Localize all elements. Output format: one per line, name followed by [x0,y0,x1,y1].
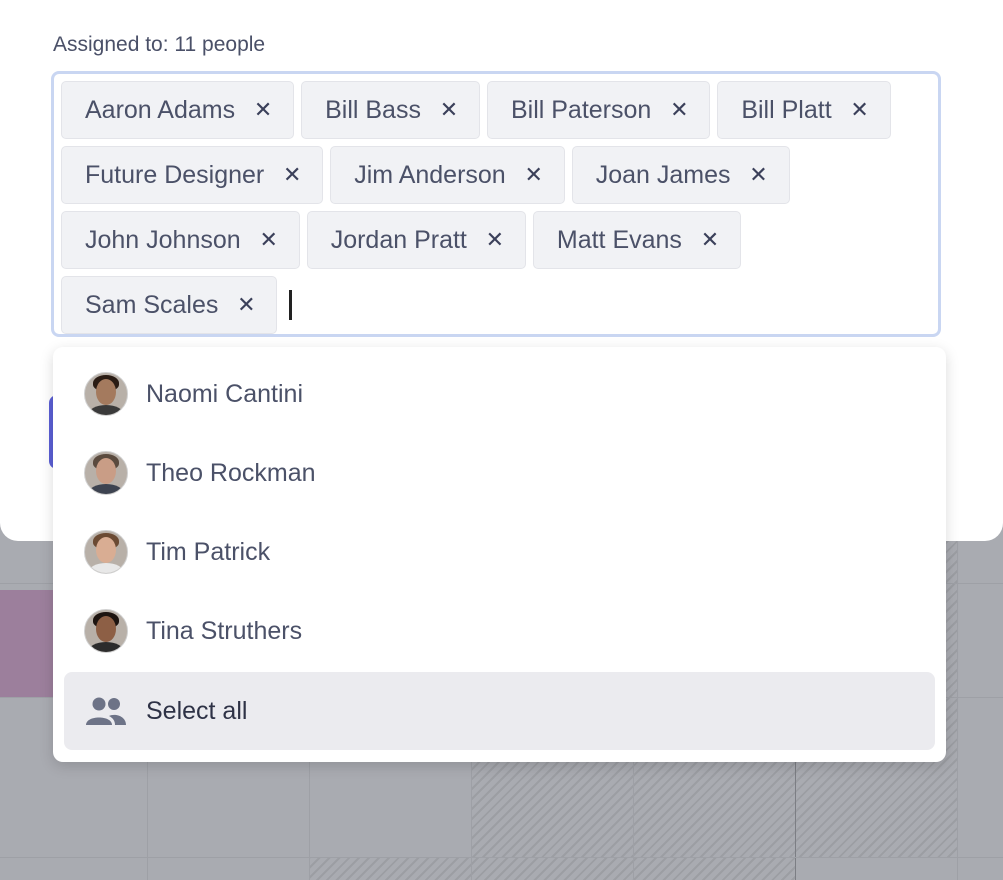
assignee-chip: Aaron Adams ✕ [61,81,295,139]
assigned-to-label: Assigned to: 11 people [53,33,266,56]
assignee-multiselect[interactable]: Aaron Adams ✕ Bill Bass ✕ Bill Paterson ✕ Bill… [51,71,941,337]
calendar-event[interactable] [0,590,53,698]
chip-label: Bill Paterson [510,95,652,124]
chip-label: Sam Scales [85,290,219,319]
option-person[interactable]: Naomi Cantini [64,355,935,433]
remove-chip-icon[interactable]: ✕ [438,97,460,123]
remove-chip-icon[interactable]: ✕ [258,227,280,253]
chip-label: Bill Bass [325,95,421,124]
avatar [84,609,128,653]
assignee-chip: Future Designer ✕ [61,146,324,204]
chip-label: Joan James [595,160,731,189]
select-all-label: Select all [146,696,248,725]
assignee-chip: Bill Platt ✕ [717,81,891,139]
remove-chip-icon[interactable]: ✕ [748,162,770,188]
remove-chip-icon[interactable]: ✕ [252,97,274,123]
chip-label: Jim Anderson [354,160,506,189]
assignee-chip: Bill Paterson ✕ [486,81,711,139]
option-label: Tina Struthers [146,616,303,645]
remove-chip-icon[interactable]: ✕ [281,162,303,188]
chip-label: Jordan Pratt [330,225,467,254]
chip-label: John Johnson [85,225,241,254]
group-icon [84,689,128,733]
avatar [84,451,128,495]
remove-chip-icon[interactable]: ✕ [235,292,257,318]
avatar [84,372,128,416]
remove-chip-icon[interactable]: ✕ [849,97,871,123]
chip-label: Bill Platt [741,95,832,124]
option-label: Naomi Cantini [146,379,304,408]
chip-label: Matt Evans [556,225,682,254]
option-label: Tim Patrick [146,537,271,566]
option-label: Theo Rockman [146,458,316,487]
select-all-option[interactable]: Select all [64,672,935,750]
assignee-dropdown: Naomi Cantini Theo Rockman Tim Patrick Tina… [53,347,946,762]
assignee-chip: Joan James ✕ [571,146,790,204]
unavailable-hatch [309,857,795,880]
remove-chip-icon[interactable]: ✕ [523,162,545,188]
remove-chip-icon[interactable]: ✕ [668,97,690,123]
chip-label: Aaron Adams [85,95,236,124]
assignee-chip: Matt Evans ✕ [532,211,741,269]
avatar [84,530,128,574]
assignee-chip: Jim Anderson ✕ [330,146,565,204]
option-person[interactable]: Tim Patrick [64,513,935,591]
remove-chip-icon[interactable]: ✕ [699,227,721,253]
assignee-chip: John Johnson ✕ [61,211,300,269]
assignee-chip: Bill Bass ✕ [301,81,480,139]
option-person[interactable]: Theo Rockman [64,434,935,512]
text-cursor[interactable] [289,290,293,320]
assignee-chip: Sam Scales ✕ [61,276,278,334]
assignee-chip: Jordan Pratt ✕ [306,211,526,269]
remove-chip-icon[interactable]: ✕ [484,227,506,253]
option-person[interactable]: Tina Struthers [64,592,935,670]
chip-label: Future Designer [85,160,265,189]
